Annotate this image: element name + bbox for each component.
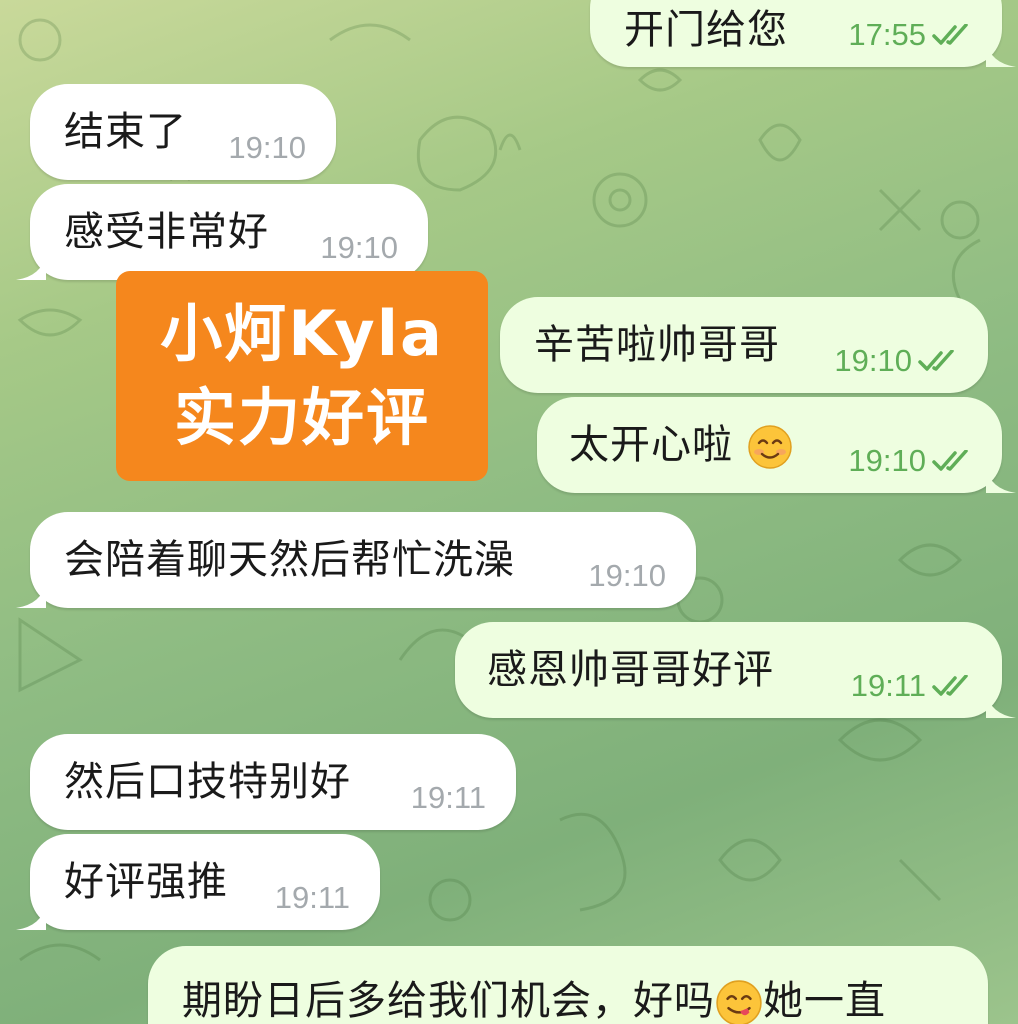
message-text: 辛苦啦帅哥哥 — [534, 322, 780, 368]
message-text-part-2: 她一直 — [763, 978, 886, 1024]
message-time: 19:10 — [834, 343, 912, 378]
message-bubble-incoming[interactable]: 结束了 19:10 — [30, 84, 336, 180]
message-meta: 19:10 — [834, 343, 958, 379]
message-text: 然后口技特别好 — [64, 759, 351, 805]
smiling-face-icon — [747, 425, 792, 469]
message-bubble-outgoing[interactable]: 辛苦啦帅哥哥 19:10 — [500, 297, 988, 393]
message-time: 19:11 — [274, 880, 350, 915]
message-meta: 19:10 — [228, 130, 306, 166]
message-meta: 17:55 — [848, 17, 972, 53]
yum-face-icon — [716, 980, 762, 1024]
promo-line-2: 实力好评 — [173, 381, 430, 454]
message-time: 19:10 — [228, 130, 306, 165]
message-time: 19:11 — [850, 668, 926, 703]
double-check-icon — [932, 450, 972, 472]
message-text: 感恩帅哥哥好评 — [487, 647, 774, 693]
message-text: 开门给您 — [624, 6, 788, 53]
promo-line-1: 小炣Kyla — [160, 297, 444, 370]
message-time: 19:11 — [410, 780, 486, 815]
message-bubble-incoming[interactable]: 感受非常好 19:10 — [16, 184, 428, 280]
message-text: 感受非常好 — [64, 209, 269, 255]
message-bubble-outgoing[interactable]: 太开心啦 19:10 — [537, 397, 1016, 493]
message-meta: 19:11 — [275, 880, 350, 916]
message-time: 17:55 — [848, 17, 926, 52]
message-bubble-outgoing[interactable]: 开门给您 17:55 — [590, 0, 1016, 67]
double-check-icon — [918, 350, 958, 372]
message-bubble-incoming[interactable]: 好评强推 19:11 — [16, 834, 380, 930]
message-bubble-incoming[interactable]: 会陪着聊天然后帮忙洗澡 19:10 — [16, 512, 696, 608]
bubble-tail — [16, 904, 46, 930]
message-bubble-incoming[interactable]: 然后口技特别好 19:11 — [30, 734, 516, 830]
bubble-tail — [16, 254, 46, 280]
message-text-part-1: 期盼日后多给我们机会，好吗 — [182, 978, 715, 1024]
double-check-icon — [932, 675, 972, 697]
message-meta: 19:11 — [411, 780, 486, 816]
message-meta: 19:11 — [851, 668, 972, 704]
message-time: 19:10 — [848, 443, 926, 478]
message-text: 会陪着聊天然后帮忙洗澡 — [64, 537, 515, 583]
double-check-icon — [932, 24, 972, 46]
message-meta: 19:10 — [320, 230, 398, 266]
message-meta: 19:10 — [848, 443, 972, 479]
bubble-tail — [986, 467, 1016, 493]
bubble-tail — [986, 692, 1016, 718]
message-meta: 19:10 — [588, 558, 666, 594]
message-text: 好评强推 — [64, 859, 228, 905]
bubble-tail — [986, 41, 1016, 67]
message-time: 19:10 — [320, 230, 398, 265]
message-text: 太开心啦 — [569, 412, 793, 470]
bubble-tail — [16, 582, 46, 608]
message-text: 期盼日后多给我们机会，好吗 她一直 — [182, 968, 886, 1024]
message-bubble-outgoing[interactable]: 感恩帅哥哥好评 19:11 — [455, 622, 1016, 718]
message-time: 19:10 — [588, 558, 666, 593]
message-text: 结束了 — [64, 109, 187, 155]
message-bubble-outgoing[interactable]: 期盼日后多给我们机会，好吗 她一直 — [148, 946, 988, 1024]
promo-banner: 小炣Kyla 实力好评 — [116, 271, 488, 481]
message-text-body: 太开心啦 — [569, 422, 733, 468]
